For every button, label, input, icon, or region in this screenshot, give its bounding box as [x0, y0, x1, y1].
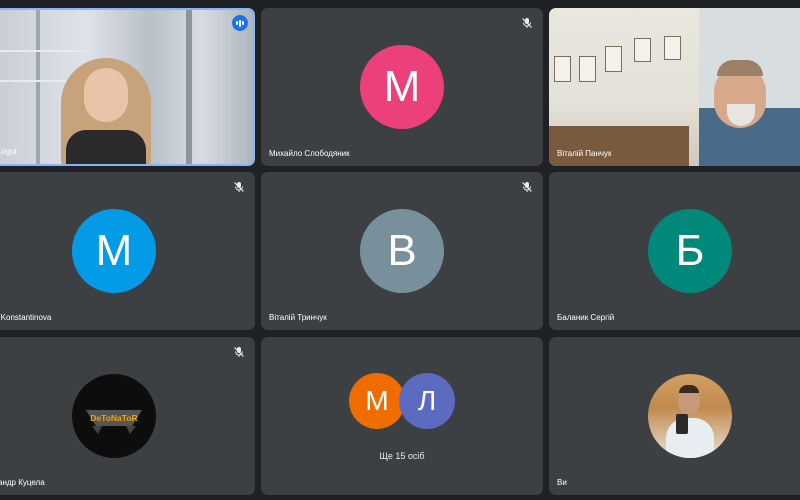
participant-name: сандр Куцела: [0, 478, 45, 487]
participant-tile[interactable]: Б Баланик Сергій: [549, 172, 800, 330]
mic-off-icon: [234, 182, 244, 192]
more-participants-label: Ще 15 осіб: [379, 451, 425, 461]
participant-video: [549, 8, 800, 166]
participant-name: Віталій Панчук: [557, 149, 612, 158]
participant-avatar: В: [360, 209, 444, 293]
speaking-indicator-icon: [232, 15, 248, 31]
participant-name: a Konstantinova: [0, 313, 52, 322]
participant-avatar: Л: [399, 373, 455, 429]
svg-text:DeToNaToR: DeToNaToR: [90, 413, 137, 423]
participant-name: Віталій Тринчук: [269, 313, 327, 322]
avatar-initial: Б: [675, 226, 705, 275]
avatar-initial: М: [365, 385, 389, 416]
participant-name: Kogut: [0, 147, 17, 156]
participant-avatar: М: [72, 209, 156, 293]
mic-off-icon: [234, 347, 244, 357]
avatar-initial: Л: [417, 385, 437, 416]
participant-avatar-logo: DeToNaToR: [72, 374, 156, 458]
participant-tile[interactable]: М Михайло Слободяник: [261, 8, 543, 166]
self-view-tile[interactable]: Ви: [549, 337, 800, 495]
participant-tile[interactable]: DeToNaToR сандр Куцела: [0, 337, 255, 495]
participant-name: Баланик Сергій: [557, 313, 615, 322]
participant-name: Михайло Слободяник: [269, 149, 350, 158]
detonator-logo: DeToNaToR: [86, 410, 142, 434]
more-participants-tile[interactable]: М Л Ще 15 осіб: [261, 337, 543, 495]
participant-video: [0, 10, 253, 164]
participant-tile[interactable]: М a Konstantinova: [0, 172, 255, 330]
self-avatar-photo: [648, 374, 732, 458]
participant-tile-kogut[interactable]: Kogut: [0, 8, 255, 166]
avatar-initial: М: [383, 62, 421, 111]
avatar-initial: М: [95, 226, 133, 275]
participant-avatar: М: [349, 373, 405, 429]
participant-tile[interactable]: Віталій Панчук: [549, 8, 800, 166]
mic-off-icon: [522, 182, 532, 192]
participant-name: Ви: [557, 478, 567, 487]
mic-off-icon: [522, 18, 532, 28]
participant-tile[interactable]: В Віталій Тринчук: [261, 172, 543, 330]
avatar-initial: В: [387, 226, 417, 275]
participant-avatar: М: [360, 45, 444, 129]
participant-avatar: Б: [648, 209, 732, 293]
